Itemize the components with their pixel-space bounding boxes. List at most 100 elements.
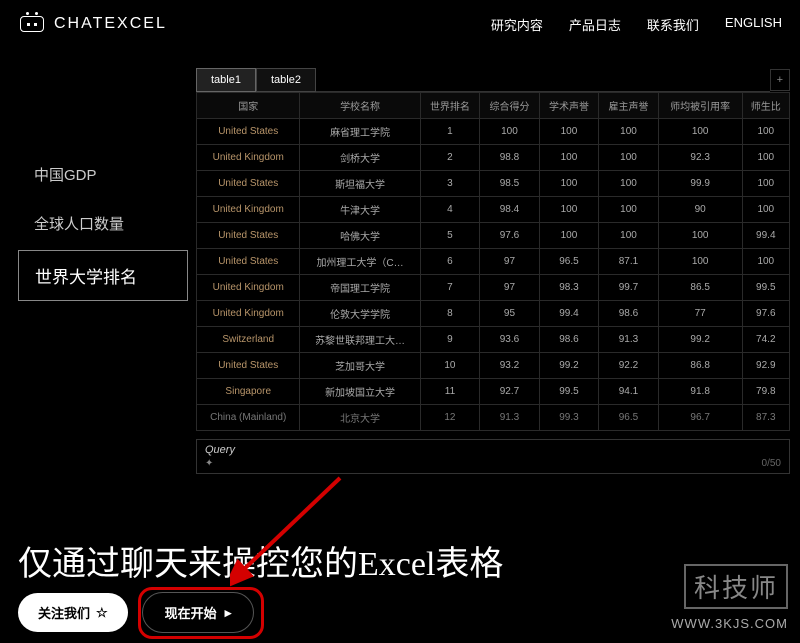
table-cell: 92.3 [658,145,742,171]
nav-research[interactable]: 研究内容 [491,15,543,34]
table-cell: 99.3 [539,405,599,431]
table-cell: 91.3 [599,327,659,353]
table-cell: 9 [420,327,480,353]
table-cell: 100 [599,197,659,223]
table-cell: 100 [480,119,540,145]
table-cell: 96.5 [599,405,659,431]
tab-table2[interactable]: table2 [256,68,316,92]
table-cell: 伦敦大学学院 [300,301,420,327]
follow-button[interactable]: 关注我们 ☆ [18,593,128,632]
table-cell: 99.4 [742,223,789,249]
table-row[interactable]: United Kingdom牛津大学498.410010090100 [197,197,790,223]
table-row[interactable]: United States斯坦福大学398.510010099.9100 [197,171,790,197]
table-cell: 98.3 [539,275,599,301]
robot-icon [18,12,46,36]
data-table: 国家学校名称世界排名综合得分学术声誉雇主声誉师均被引用率师生比 United S… [196,92,790,431]
tab-table1[interactable]: table1 [196,68,256,92]
table-cell: 90 [658,197,742,223]
start-button[interactable]: 现在开始 ▸ [142,592,255,633]
star-icon: ☆ [96,605,108,621]
sidebar-item-population[interactable]: 全球人口数量 [18,201,188,246]
nav-english[interactable]: ENGLISH [725,15,782,34]
sidebar-item-gdp[interactable]: 中国GDP [18,152,188,197]
column-header: 世界排名 [420,93,480,119]
table-cell: 98.6 [599,301,659,327]
table-cell: Switzerland [197,327,300,353]
table-cell: 91.8 [658,379,742,405]
nav-contact[interactable]: 联系我们 [647,15,699,34]
table-row[interactable]: United States哈佛大学597.610010010099.4 [197,223,790,249]
table-row[interactable]: Singapore新加坡国立大学1192.799.594.191.879.8 [197,379,790,405]
table-cell: 3 [420,171,480,197]
logo[interactable]: CHATEXCEL [18,12,167,36]
hero-headline: 仅通过聊天来操控您的Excel表格 [18,536,503,585]
table-cell: 100 [599,119,659,145]
table-cell: 97 [480,275,540,301]
table-cell: 87.3 [742,405,789,431]
nav-changelog[interactable]: 产品日志 [569,15,621,34]
table-cell: 86.5 [658,275,742,301]
table-cell: 剑桥大学 [300,145,420,171]
table-cell: United Kingdom [197,197,300,223]
table-cell: 97 [480,249,540,275]
table-cell: 12 [420,405,480,431]
table-cell: 79.8 [742,379,789,405]
table-cell: 苏黎世联邦理工大… [300,327,420,353]
table-cell: 100 [539,119,599,145]
play-icon: ▸ [225,605,232,621]
table-row[interactable]: United Kingdom帝国理工学院79798.399.786.599.5 [197,275,790,301]
table-row[interactable]: United States加州理工大学（C…69796.587.1100100 [197,249,790,275]
table-cell: 99.5 [539,379,599,405]
table-cell: 92.2 [599,353,659,379]
table-cell: United States [197,353,300,379]
table-row[interactable]: Switzerland苏黎世联邦理工大…993.698.691.399.274.… [197,327,790,353]
table-cell: 4 [420,197,480,223]
table-cell: United States [197,171,300,197]
start-label: 现在开始 [165,603,217,622]
table-cell: 99.2 [539,353,599,379]
table-cell: 97.6 [742,301,789,327]
table-row[interactable]: China (Mainland)北京大学1291.399.396.596.787… [197,405,790,431]
tab-add-icon[interactable]: + [770,69,790,91]
table-cell: 哈佛大学 [300,223,420,249]
table-cell: 1 [420,119,480,145]
table-cell: 99.5 [742,275,789,301]
table-cell: 8 [420,301,480,327]
table-row[interactable]: United Kingdom伦敦大学学院89599.498.67797.6 [197,301,790,327]
table-row[interactable]: United States芝加哥大学1093.299.292.286.892.9 [197,353,790,379]
table-cell: 98.4 [480,197,540,223]
table-cell: 91.3 [480,405,540,431]
table-cell: 99.7 [599,275,659,301]
column-header: 学术声誉 [539,93,599,119]
table-cell: 5 [420,223,480,249]
table-cell: 10 [420,353,480,379]
query-box[interactable]: Query ✦ 0/50 [196,439,790,474]
table-cell: 100 [742,171,789,197]
table-row[interactable]: United Kingdom剑桥大学298.810010092.3100 [197,145,790,171]
table-cell: 92.7 [480,379,540,405]
table-cell: 86.8 [658,353,742,379]
table-cell: 98.6 [539,327,599,353]
watermark-logo: 科技师 [684,564,788,609]
table-cell: China (Mainland) [197,405,300,431]
table-cell: 100 [742,119,789,145]
table-row[interactable]: United States麻省理工学院1100100100100100 [197,119,790,145]
table-cell: 93.6 [480,327,540,353]
table-cell: 100 [658,119,742,145]
table-cell: 94.1 [599,379,659,405]
table-cell: United Kingdom [197,301,300,327]
table-cell: Singapore [197,379,300,405]
sidebar-item-university[interactable]: 世界大学排名 [18,250,188,301]
query-send-icon[interactable]: ✦ [205,458,213,469]
query-char-count: 0/50 [762,458,781,469]
table-cell: 新加坡国立大学 [300,379,420,405]
watermark-url: WWW.3KJS.COM [671,616,788,631]
table-cell: 100 [539,171,599,197]
table-cell: 100 [539,145,599,171]
table-cell: 7 [420,275,480,301]
table-cell: 斯坦福大学 [300,171,420,197]
brand-text: CHATEXCEL [54,15,167,33]
table-cell: 99.4 [539,301,599,327]
table-cell: 77 [658,301,742,327]
table-cell: United States [197,119,300,145]
